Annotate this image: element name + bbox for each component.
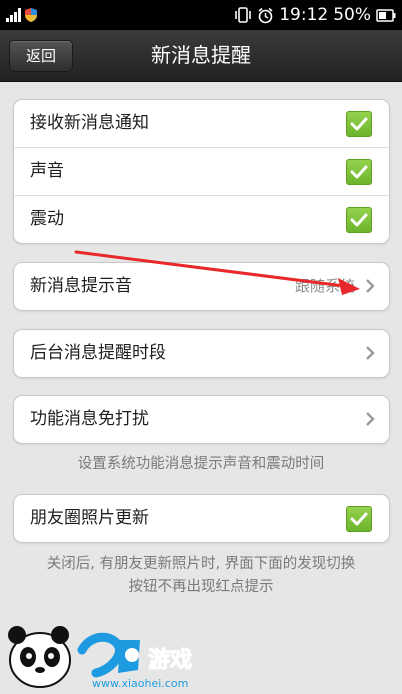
svg-text:游戏: 游戏 <box>148 647 192 673</box>
annotation-arrow <box>74 250 360 295</box>
watermark: 游戏 www.xiaohei.com <box>0 615 240 690</box>
svg-text:www.xiaohei.com: www.xiaohei.com <box>92 677 188 690</box>
panda-logo: 游戏 www.xiaohei.com <box>8 626 193 690</box>
